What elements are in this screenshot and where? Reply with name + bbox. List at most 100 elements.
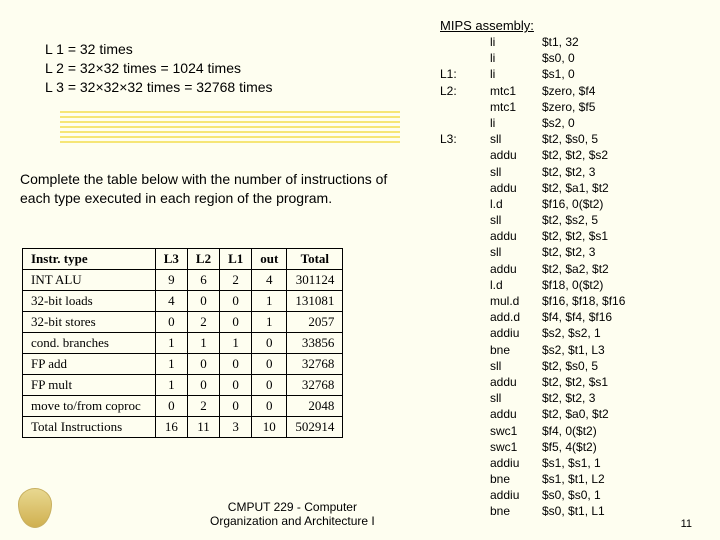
table-cell: 0 — [220, 396, 252, 417]
assembly-args: $t2, $s2, 5 — [542, 212, 598, 228]
assembly-op: addu — [490, 147, 542, 163]
table-cell: 0 — [220, 354, 252, 375]
assembly-label — [440, 390, 490, 406]
assembly-line: addu$t2, $a1, $t2 — [440, 180, 625, 196]
table-cell: 131081 — [287, 291, 343, 312]
assembly-op: l.d — [490, 196, 542, 212]
assembly-label — [440, 196, 490, 212]
assembly-line: L2:mtc1$zero, $f4 — [440, 83, 625, 99]
assembly-op: sll — [490, 390, 542, 406]
assembly-line: bne$s1, $t1, L2 — [440, 471, 625, 487]
assembly-args: $s0, $t1, L1 — [542, 503, 605, 519]
table-cell: 32-bit loads — [23, 291, 156, 312]
assembly-op: mtc1 — [490, 83, 542, 99]
assembly-label: L1: — [440, 66, 490, 82]
table-cell: 9 — [155, 270, 187, 291]
assembly-label — [440, 115, 490, 131]
assembly-args: $t2, $t2, 3 — [542, 390, 595, 406]
assembly-label — [440, 261, 490, 277]
assembly-args: $s2, 0 — [542, 115, 575, 131]
table-row: Total Instructions1611310502914 — [23, 417, 343, 438]
table-cell: 1 — [155, 375, 187, 396]
assembly-op: addiu — [490, 487, 542, 503]
assembly-line: sll$t2, $t2, 3 — [440, 244, 625, 260]
table-cell: INT ALU — [23, 270, 156, 291]
assembly-op: bne — [490, 342, 542, 358]
assembly-args: $f16, 0($t2) — [542, 196, 603, 212]
assembly-line: L1:li$s1, 0 — [440, 66, 625, 82]
assembly-args: $t2, $t2, $s1 — [542, 374, 608, 390]
assembly-label — [440, 244, 490, 260]
table-cell: 4 — [155, 291, 187, 312]
table-cell: 32-bit stores — [23, 312, 156, 333]
assembly-label — [440, 471, 490, 487]
assembly-line: add.d$f4, $f4, $f16 — [440, 309, 625, 325]
assembly-args: $t2, $t2, $s1 — [542, 228, 608, 244]
table-cell: 0 — [252, 396, 287, 417]
table-row: 32-bit stores02012057 — [23, 312, 343, 333]
table-cell: 0 — [187, 354, 219, 375]
assembly-op: l.d — [490, 277, 542, 293]
decorative-lines — [60, 108, 400, 158]
table-header: Instr. type — [23, 249, 156, 270]
assembly-op: add.d — [490, 309, 542, 325]
assembly-args: $f4, 0($t2) — [542, 423, 597, 439]
table-cell: 0 — [220, 375, 252, 396]
assembly-args: $s1, $s1, 1 — [542, 455, 601, 471]
assembly-line: addu$t2, $t2, $s1 — [440, 228, 625, 244]
table-header: out — [252, 249, 287, 270]
assembly-args: $f5, 4($t2) — [542, 439, 597, 455]
assembly-args: $f16, $f18, $f16 — [542, 293, 625, 309]
table-row: 32-bit loads4001131081 — [23, 291, 343, 312]
table-cell: 11 — [187, 417, 219, 438]
table-cell: 0 — [187, 375, 219, 396]
assembly-op: sll — [490, 212, 542, 228]
assembly-title: MIPS assembly: — [440, 18, 534, 33]
table-cell: 0 — [220, 312, 252, 333]
assembly-label — [440, 228, 490, 244]
table-cell: Total Instructions — [23, 417, 156, 438]
assembly-line: sll$t2, $t2, 3 — [440, 164, 625, 180]
loop-l3: L 3 = 32×32×32 times = 32768 times — [45, 78, 273, 97]
assembly-op: addiu — [490, 455, 542, 471]
assembly-label — [440, 439, 490, 455]
assembly-label — [440, 34, 490, 50]
assembly-line: mtc1$zero, $f5 — [440, 99, 625, 115]
assembly-args: $t2, $s0, 5 — [542, 131, 598, 147]
table-cell: FP add — [23, 354, 156, 375]
assembly-line: li$s2, 0 — [440, 115, 625, 131]
assembly-label — [440, 309, 490, 325]
instruction-table: Instr. typeL3L2L1outTotalINT ALU96243011… — [22, 248, 343, 438]
assembly-label — [440, 293, 490, 309]
table-row: FP add100032768 — [23, 354, 343, 375]
assembly-args: $t2, $s0, 5 — [542, 358, 598, 374]
assembly-line: addiu$s0, $s0, 1 — [440, 487, 625, 503]
table-cell: 502914 — [287, 417, 343, 438]
table-cell: 2048 — [287, 396, 343, 417]
assembly-label — [440, 455, 490, 471]
assembly-label — [440, 99, 490, 115]
assembly-args: $t2, $t2, 3 — [542, 244, 595, 260]
loop-l2: L 2 = 32×32 times = 1024 times — [45, 59, 273, 78]
assembly-args: $t2, $a0, $t2 — [542, 406, 609, 422]
assembly-label — [440, 180, 490, 196]
assembly-op: li — [490, 66, 542, 82]
assembly-label — [440, 342, 490, 358]
assembly-label — [440, 487, 490, 503]
assembly-op: addu — [490, 261, 542, 277]
assembly-label — [440, 374, 490, 390]
table-cell: 32768 — [287, 354, 343, 375]
assembly-args: $zero, $f4 — [542, 83, 595, 99]
assembly-line: sll$t2, $t2, 3 — [440, 390, 625, 406]
table-cell: 16 — [155, 417, 187, 438]
table-cell: 1 — [252, 312, 287, 333]
table-cell: 0 — [155, 396, 187, 417]
footer-line1: CMPUT 229 - Computer — [210, 500, 375, 514]
assembly-op: sll — [490, 244, 542, 260]
assembly-line: bne$s2, $t1, L3 — [440, 342, 625, 358]
assembly-op: li — [490, 115, 542, 131]
table-cell: 32768 — [287, 375, 343, 396]
table-cell: 1 — [252, 291, 287, 312]
assembly-op: bne — [490, 503, 542, 519]
assembly-line: addiu$s2, $s2, 1 — [440, 325, 625, 341]
